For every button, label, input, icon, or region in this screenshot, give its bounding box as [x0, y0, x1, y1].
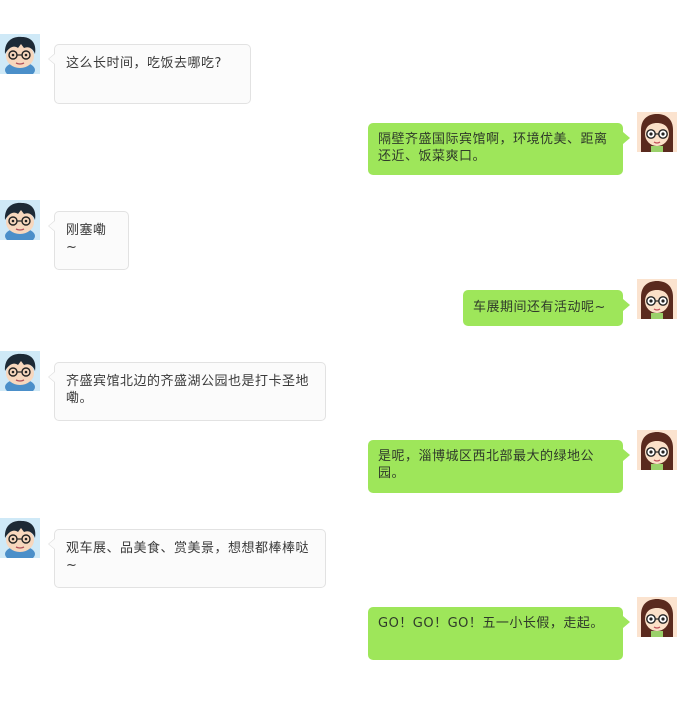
- message-text: 是呢，淄博城区西北部最大的绿地公园。: [378, 449, 595, 481]
- message-text: 隔壁齐盛国际宾馆啊，环境优美、距离还近、饭菜爽口。: [378, 132, 608, 164]
- incoming-message-bubble: 观车展、品美食、赏美景，想想都棒棒哒~: [48, 529, 326, 588]
- outgoing-message-bubble: 是呢，淄博城区西北部最大的绿地公园。: [368, 440, 630, 493]
- message-text: 观车展、品美食、赏美景，想想都棒棒哒~: [66, 541, 310, 573]
- boy-with-glasses-avatar-icon[interactable]: [0, 200, 40, 240]
- girl-with-glasses-avatar-icon[interactable]: [637, 112, 677, 152]
- girl-with-glasses-avatar-icon[interactable]: [637, 597, 677, 637]
- boy-with-glasses-avatar-icon[interactable]: [0, 351, 40, 391]
- girl-with-glasses-avatar-icon[interactable]: [637, 430, 677, 470]
- boy-with-glasses-avatar-icon[interactable]: [0, 34, 40, 74]
- outgoing-message-bubble: GO！GO！GO！五一小长假，走起。: [368, 607, 630, 660]
- message-text: 刚塞嘞~: [66, 223, 107, 255]
- girl-with-glasses-avatar-icon[interactable]: [637, 279, 677, 319]
- message-text: 齐盛宾馆北边的齐盛湖公园也是打卡圣地嘞。: [66, 374, 310, 406]
- boy-with-glasses-avatar-icon[interactable]: [0, 518, 40, 558]
- outgoing-message-bubble: 隔壁齐盛国际宾馆啊，环境优美、距离还近、饭菜爽口。: [368, 123, 630, 175]
- outgoing-message-bubble: 车展期间还有活动呢~: [463, 290, 630, 326]
- incoming-message-bubble: 这么长时间，吃饭去哪吃?: [48, 44, 251, 104]
- incoming-message-bubble: 刚塞嘞~: [48, 211, 129, 270]
- message-text: 这么长时间，吃饭去哪吃?: [66, 56, 222, 71]
- message-text: GO！GO！GO！五一小长假，走起。: [378, 616, 604, 631]
- message-text: 车展期间还有活动呢~: [473, 300, 606, 315]
- incoming-message-bubble: 齐盛宾馆北边的齐盛湖公园也是打卡圣地嘞。: [48, 362, 326, 421]
